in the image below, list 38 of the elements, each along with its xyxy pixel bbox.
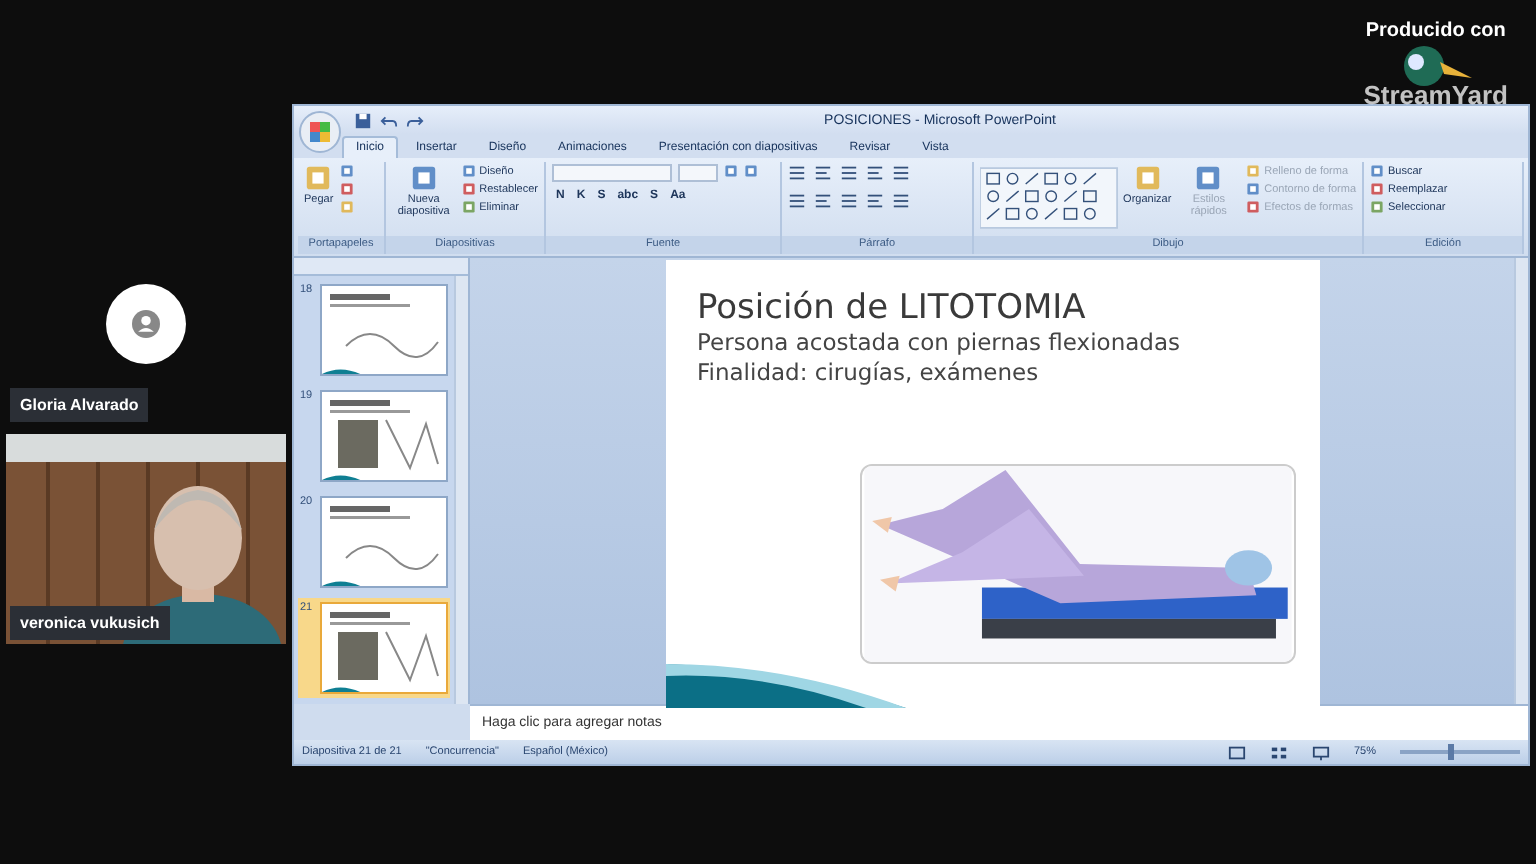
redo-icon (406, 111, 424, 129)
slide-thumbnail[interactable] (319, 496, 448, 588)
slideshow-icon (1311, 743, 1330, 761)
command-icon (1133, 164, 1162, 192)
align-icon (866, 192, 884, 210)
slider-thumb[interactable] (1448, 744, 1454, 760)
branding-logo: StreamYard (1363, 80, 1508, 110)
command-icon (304, 164, 333, 192)
undo-icon (380, 111, 398, 129)
list-icon (788, 164, 806, 182)
slide-thumbnail[interactable] (319, 602, 448, 694)
normal-view-icon (1227, 743, 1246, 761)
slide-thumbnail[interactable] (319, 284, 448, 376)
align-icon (788, 192, 806, 210)
list-icon (866, 164, 884, 182)
align-icon (840, 192, 858, 210)
command-icon (1194, 164, 1223, 192)
scrollbar[interactable] (454, 276, 468, 704)
font-size-field[interactable] (678, 164, 718, 182)
avatar (106, 284, 186, 364)
sorter-view-icon (1269, 743, 1288, 761)
branding-caption: Producido con (1365, 20, 1506, 42)
slide-thumbnail[interactable] (319, 390, 448, 482)
participant-name: Gloria Alvarado (10, 388, 149, 422)
shapes-gallery[interactable] (980, 164, 1118, 232)
font-name-field[interactable] (552, 164, 672, 182)
list-icon (840, 164, 858, 182)
command-icon (409, 164, 438, 192)
participant-name: veronica vukusich (10, 606, 170, 640)
align-icon (814, 192, 832, 210)
scrollbar[interactable] (1514, 258, 1528, 704)
slide-title: Posición de LITOTOMIA (697, 288, 1088, 328)
list-icon (814, 164, 832, 182)
list-icon (892, 164, 910, 182)
slide-text: Persona acostada con piernas flexionadas (697, 328, 1183, 358)
slide-text: Finalidad: cirugías, exámenes (697, 358, 1041, 388)
save-icon (354, 111, 372, 129)
align-icon (892, 192, 910, 210)
